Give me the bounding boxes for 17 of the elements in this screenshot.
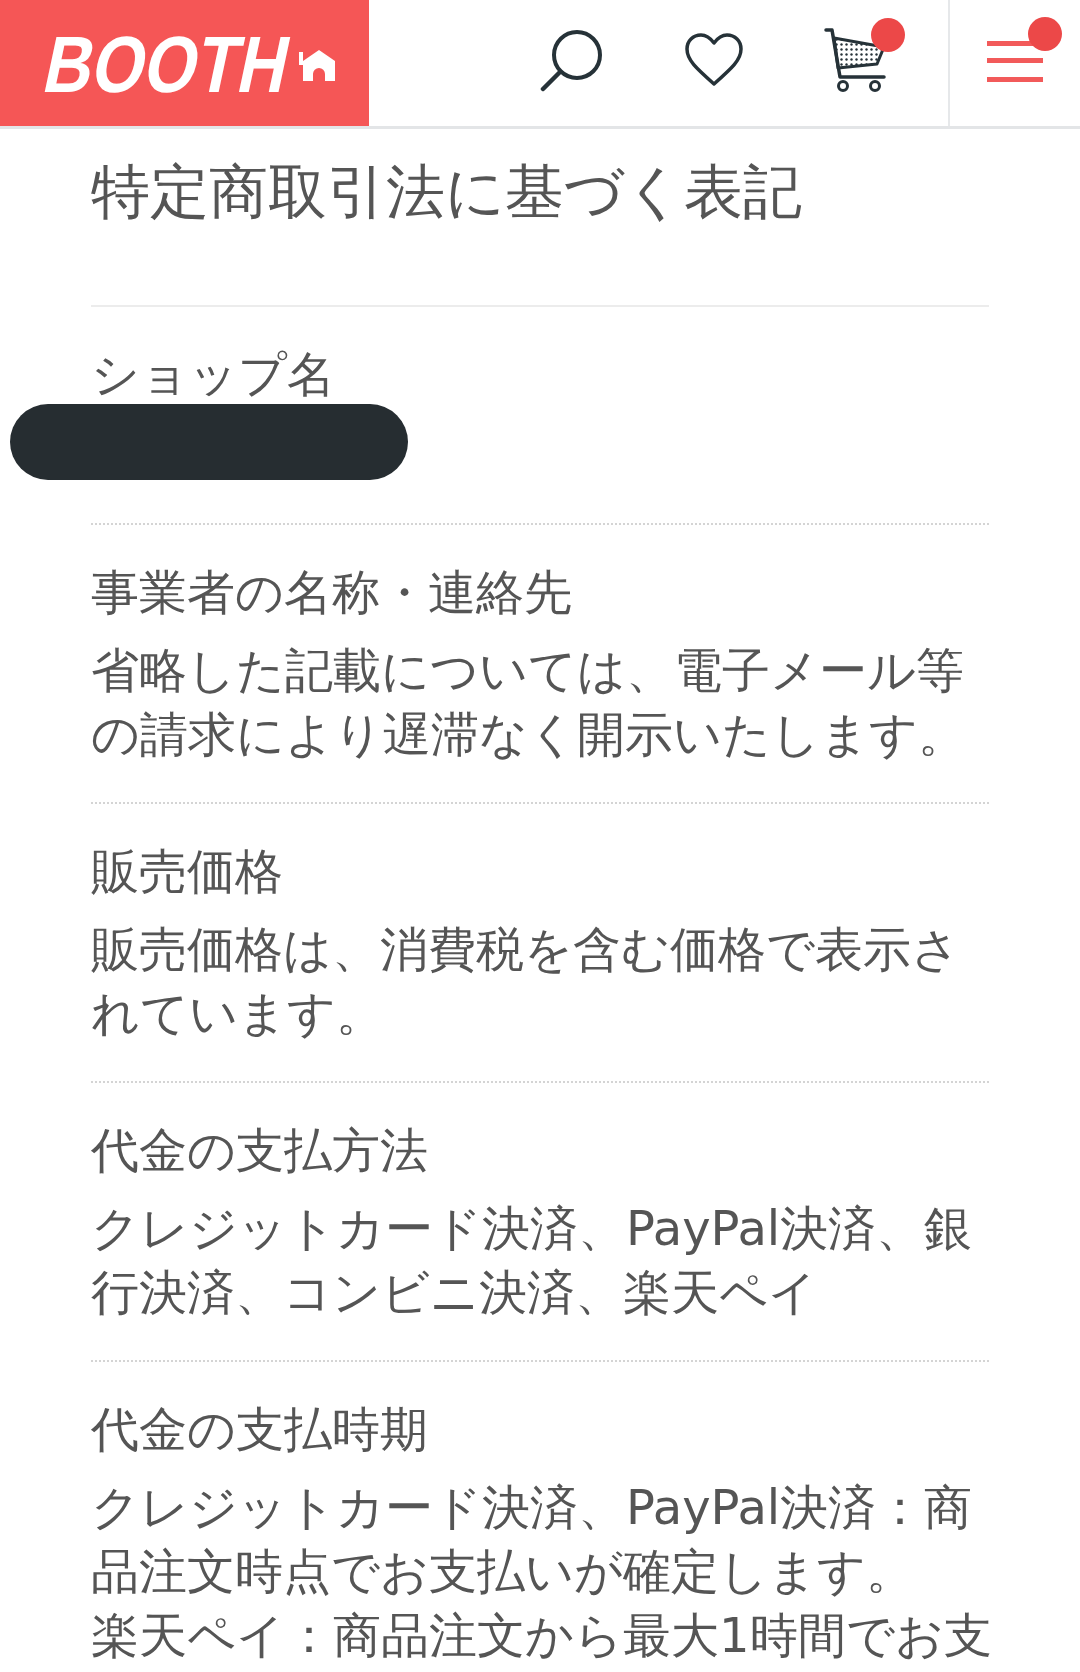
house-icon	[298, 49, 335, 81]
section-text: 販売価格は、消費税を含む価格で表示されています。	[91, 920, 961, 1043]
cart-icon[interactable]	[824, 27, 888, 93]
section-label: 事業者の名称・連絡先	[91, 563, 573, 622]
section-label: 代金の支払時期	[91, 1400, 429, 1459]
search-icon[interactable]	[540, 28, 604, 92]
page-title: 特定商取引法に基づく表記	[91, 157, 803, 227]
section-label: 販売価格	[91, 842, 284, 901]
menu-icon[interactable]	[987, 40, 1043, 82]
section-label: ショップ名	[91, 345, 336, 404]
section-text: 省略した記載については、電子メール等の請求により遅滞なく開示いたします。	[91, 641, 967, 764]
section-text: クレジットカード決済、PayPal決済、銀行決済、コンビニ決済、楽天ペイ	[91, 1199, 974, 1322]
section-text: 楽天ペイ：商品注文から最大1時間でお支	[91, 1606, 993, 1665]
section-label: 代金の支払方法	[91, 1121, 429, 1180]
heart-icon[interactable]	[684, 32, 744, 88]
section-text: クレジットカード決済、PayPal決済：商品注文時点でお支払いが確定します。	[91, 1478, 974, 1601]
booth-logo-link[interactable]: BOOTH	[0, 0, 369, 126]
